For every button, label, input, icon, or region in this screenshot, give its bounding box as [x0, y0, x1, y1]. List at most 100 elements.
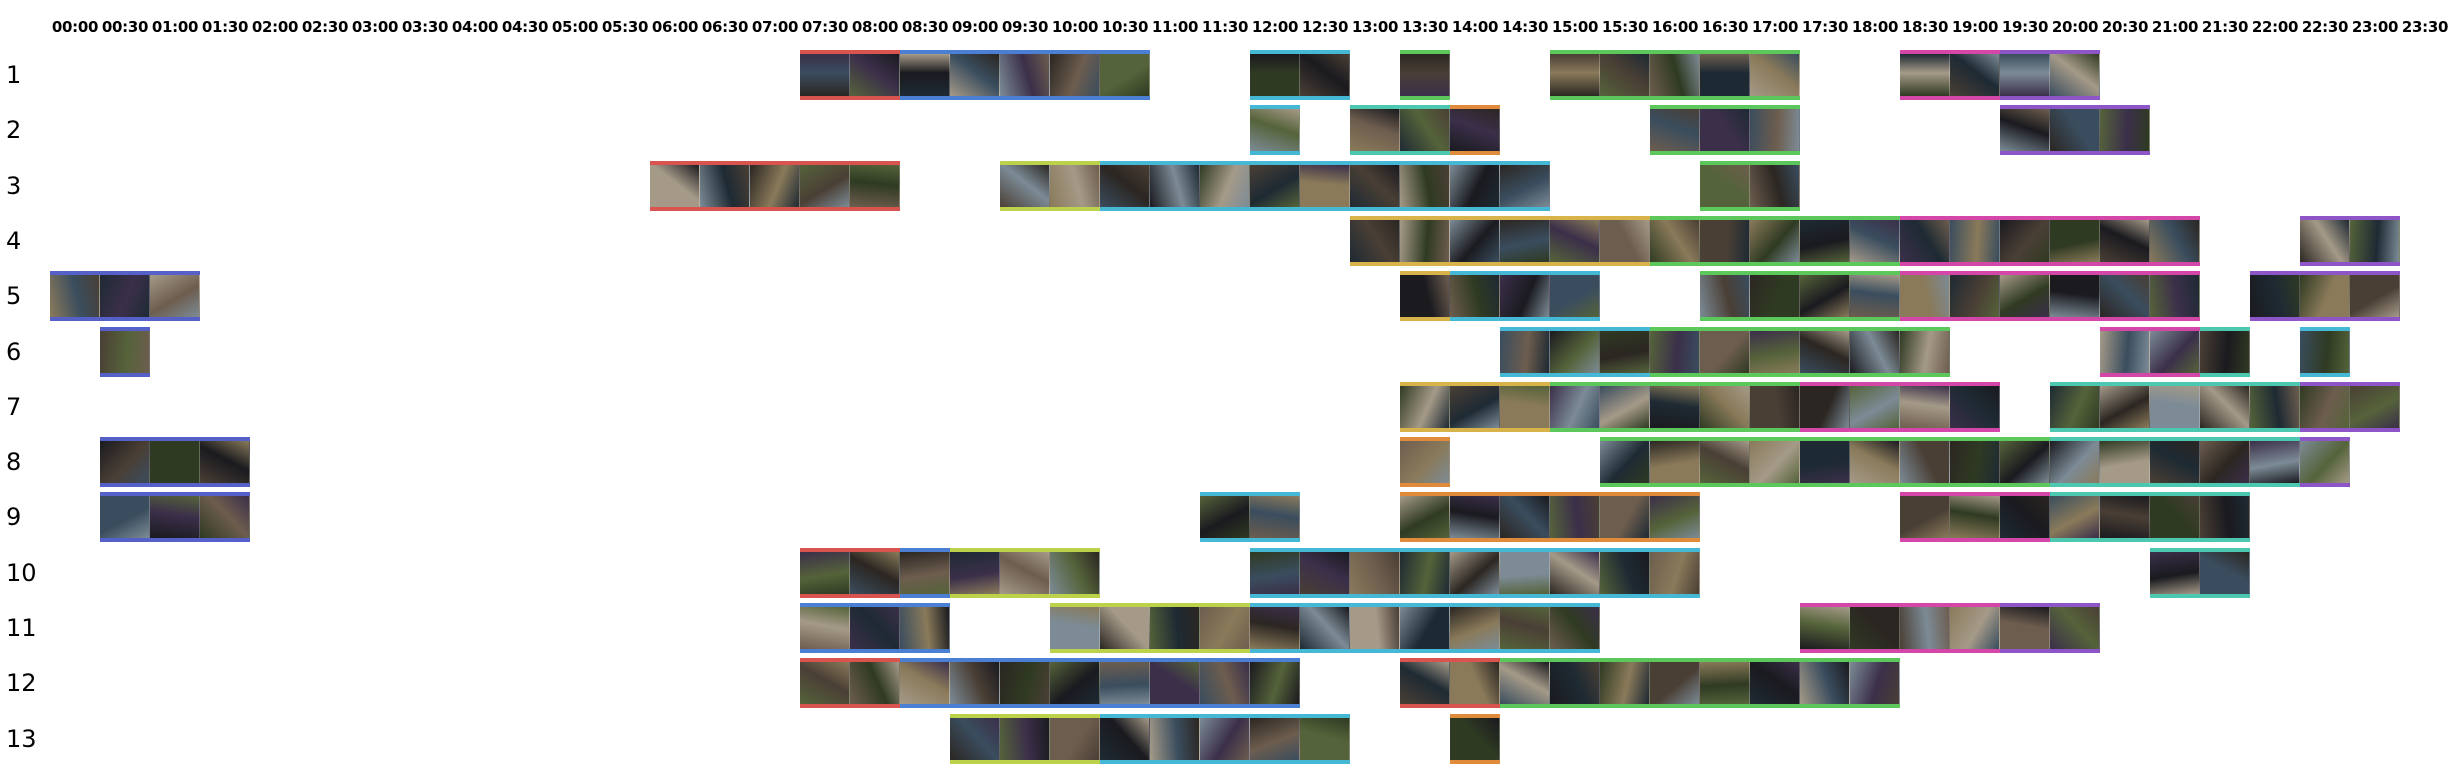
time-label: 06:00 — [651, 18, 699, 36]
video-segment[interactable] — [1800, 603, 2000, 653]
video-segment[interactable] — [1350, 105, 1450, 156]
video-segment[interactable] — [1100, 160, 1550, 211]
video-segment[interactable] — [1250, 603, 1600, 653]
video-segment[interactable] — [100, 437, 250, 488]
video-segment[interactable] — [50, 271, 200, 322]
video-segment[interactable] — [2050, 437, 2200, 488]
video-segment[interactable] — [1050, 603, 1250, 653]
video-segment[interactable] — [1550, 381, 1800, 432]
segment-color-bar — [1650, 151, 1800, 156]
video-segment[interactable] — [1650, 215, 1900, 266]
thumbnail-frame — [2250, 275, 2300, 318]
video-segment[interactable] — [1200, 492, 1300, 543]
video-segment[interactable] — [1100, 713, 1350, 764]
video-segment[interactable] — [1700, 50, 1800, 100]
video-segment[interactable] — [1450, 271, 1600, 322]
thumbnail-frame — [1650, 496, 1700, 539]
time-label: 13:00 — [1351, 18, 1399, 36]
video-segment[interactable] — [2300, 215, 2400, 266]
segment-thumbnails — [1200, 496, 1300, 539]
video-segment[interactable] — [2050, 492, 2250, 543]
segment-thumbnails — [1350, 219, 1650, 262]
segment-thumbnails — [1400, 385, 1550, 428]
video-segment[interactable] — [1650, 105, 1800, 156]
segment-thumbnails — [1750, 441, 2050, 484]
video-segment[interactable] — [1400, 271, 1450, 322]
segment-color-bar — [1450, 317, 1600, 322]
video-segment[interactable] — [2200, 326, 2250, 377]
video-segment[interactable] — [1700, 271, 1900, 322]
thumbnail-frame — [1850, 385, 1900, 428]
video-segment[interactable] — [950, 713, 1100, 764]
video-segment[interactable] — [100, 326, 150, 377]
thumbnail-frame — [1550, 219, 1600, 262]
video-segment[interactable] — [2150, 547, 2250, 598]
video-segment[interactable] — [1700, 160, 1800, 211]
video-segment[interactable] — [1900, 50, 2000, 100]
video-segment[interactable] — [1550, 50, 1700, 100]
time-label: 19:00 — [1951, 18, 1999, 36]
video-segment[interactable] — [1900, 271, 2200, 322]
video-segment[interactable] — [900, 50, 1150, 100]
video-segment[interactable] — [1900, 492, 2050, 543]
video-segment[interactable] — [1250, 50, 1350, 100]
video-segment[interactable] — [1450, 713, 1500, 764]
thumbnail-frame — [800, 662, 850, 705]
video-segment[interactable] — [2000, 50, 2100, 100]
video-segment[interactable] — [800, 603, 950, 653]
video-segment[interactable] — [1000, 160, 1100, 211]
thumbnail-frame — [1550, 275, 1600, 318]
video-segment[interactable] — [800, 658, 900, 709]
video-segment[interactable] — [950, 547, 1100, 598]
segment-color-bar — [1100, 713, 1350, 718]
thumbnail-frame — [1800, 441, 1850, 484]
segment-color-bar — [2050, 381, 2300, 386]
video-segment[interactable] — [2250, 271, 2400, 322]
video-segment[interactable] — [100, 492, 250, 543]
video-segment[interactable] — [2100, 326, 2200, 377]
thumbnail-frame — [2200, 551, 2250, 594]
video-segment[interactable] — [1500, 658, 1900, 709]
video-segment[interactable] — [2300, 381, 2400, 432]
thumbnail-frame — [1600, 219, 1650, 262]
video-segment[interactable] — [1400, 658, 1500, 709]
video-segment[interactable] — [1650, 326, 1950, 377]
video-segment[interactable] — [800, 50, 900, 100]
video-segment[interactable] — [1600, 437, 1750, 488]
video-segment[interactable] — [1400, 50, 1450, 100]
video-segment[interactable] — [2050, 381, 2300, 432]
video-segment[interactable] — [650, 160, 900, 211]
segment-color-bar — [1400, 658, 1500, 663]
video-segment[interactable] — [1450, 105, 1500, 156]
video-segment[interactable] — [1900, 215, 2200, 266]
video-segment[interactable] — [2300, 437, 2350, 488]
video-segment[interactable] — [800, 547, 900, 598]
video-segment[interactable] — [900, 658, 1300, 709]
video-segment[interactable] — [1400, 437, 1450, 488]
segment-thumbnails — [1650, 330, 1950, 373]
thumbnail-frame — [1900, 496, 1950, 539]
video-segment[interactable] — [1400, 492, 1700, 543]
video-segment[interactable] — [1350, 215, 1650, 266]
segment-thumbnails — [100, 496, 250, 539]
thumbnail-frame — [100, 496, 150, 539]
video-segment[interactable] — [2000, 603, 2100, 653]
video-segment[interactable] — [1500, 326, 1650, 377]
video-segment[interactable] — [1400, 381, 1550, 432]
time-label: 14:30 — [1501, 18, 1549, 36]
thumbnail-frame — [1250, 54, 1300, 96]
video-segment[interactable] — [2200, 437, 2300, 488]
thumbnail-frame — [2100, 441, 2150, 484]
segment-thumbnails — [1700, 54, 1800, 96]
video-segment[interactable] — [1250, 547, 1700, 598]
video-segment[interactable] — [1750, 437, 2050, 488]
video-segment[interactable] — [2000, 105, 2150, 156]
segment-thumbnails — [800, 551, 900, 594]
video-segment[interactable] — [2300, 326, 2350, 377]
segment-color-bar — [1800, 603, 2000, 607]
segment-color-bar — [100, 437, 250, 442]
video-segment[interactable] — [1250, 105, 1300, 156]
video-segment[interactable] — [1800, 381, 2000, 432]
video-segment[interactable] — [900, 547, 950, 598]
segment-color-bar — [1700, 96, 1800, 100]
